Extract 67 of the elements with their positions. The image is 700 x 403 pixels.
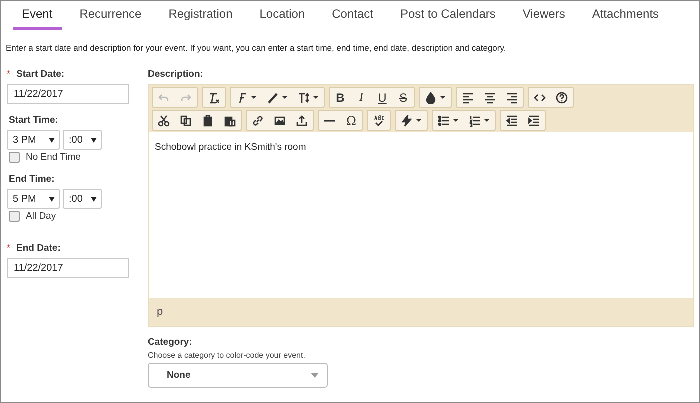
caret-icon bbox=[484, 119, 490, 122]
tab[interactable]: Contact bbox=[323, 5, 382, 30]
field-label: Category: bbox=[148, 337, 194, 348]
field-label: Start Time: bbox=[9, 115, 60, 126]
required-mark: * bbox=[7, 69, 11, 79]
help-icon bbox=[556, 92, 568, 104]
link-icon bbox=[252, 114, 264, 126]
indent-icon bbox=[528, 114, 540, 126]
tab[interactable]: Attachments bbox=[583, 5, 668, 30]
element-path: p bbox=[149, 298, 693, 326]
hint-text: Choose a category to color-code your event. bbox=[148, 351, 306, 360]
caret-icon bbox=[440, 96, 446, 99]
caret-icon bbox=[251, 96, 257, 99]
underline-button[interactable]: U bbox=[372, 88, 393, 107]
category-select[interactable]: None bbox=[148, 363, 328, 388]
caret-icon bbox=[453, 119, 459, 122]
field-label: Description: bbox=[148, 69, 204, 80]
bold-button[interactable]: B bbox=[330, 88, 351, 107]
tab[interactable]: Viewers bbox=[514, 5, 574, 30]
date-field[interactable]: 11/22/2017 bbox=[7, 84, 129, 104]
clear-format-icon bbox=[208, 92, 220, 104]
hour-select[interactable]: 5 PM bbox=[7, 189, 60, 209]
upload-icon bbox=[296, 114, 308, 126]
text-height-icon bbox=[298, 92, 310, 104]
field-label: Start Date: bbox=[16, 69, 65, 80]
flash-icon bbox=[401, 114, 413, 126]
required-mark: * bbox=[7, 243, 11, 253]
paste-text-icon bbox=[224, 114, 236, 126]
special-char-button[interactable]: Ω bbox=[341, 111, 362, 130]
minute-select[interactable]: :00 bbox=[63, 189, 102, 209]
tab[interactable]: Event bbox=[13, 5, 62, 30]
checkbox[interactable] bbox=[9, 152, 20, 163]
tab[interactable]: Location bbox=[250, 5, 314, 30]
color-icon bbox=[425, 92, 437, 104]
instructions-text: Enter a start date and description for your event. If you want, you can enter a start time, end time, end date, description and category. bbox=[6, 43, 508, 53]
minute-select[interactable]: :00 bbox=[63, 130, 102, 150]
italic-button[interactable]: I bbox=[351, 88, 372, 107]
strike-button[interactable]: S bbox=[393, 88, 414, 107]
tab[interactable]: Recurrence bbox=[70, 5, 151, 30]
caret-icon bbox=[282, 96, 288, 99]
checkbox[interactable] bbox=[9, 211, 20, 222]
cut-icon bbox=[158, 114, 170, 126]
pen-icon bbox=[267, 92, 279, 104]
date-field[interactable]: 11/22/2017 bbox=[7, 258, 129, 278]
bullet-list-icon bbox=[438, 114, 450, 126]
tab[interactable]: Post to Calendars bbox=[391, 5, 505, 30]
checkbox-label: All Day bbox=[26, 211, 56, 222]
outdent-icon bbox=[506, 114, 518, 126]
field-label: End Date: bbox=[16, 243, 61, 254]
image-icon bbox=[274, 114, 286, 126]
field-label: End Time: bbox=[9, 174, 56, 185]
spellcheck-icon bbox=[373, 114, 385, 126]
hour-select[interactable]: 3 PM bbox=[7, 130, 60, 150]
align-left-icon bbox=[462, 92, 474, 104]
paste-icon bbox=[202, 114, 214, 126]
number-list-icon bbox=[469, 114, 481, 126]
align-right-icon bbox=[506, 92, 518, 104]
checkbox-label: No End Time bbox=[26, 152, 81, 163]
undo-icon bbox=[158, 92, 170, 104]
align-center-icon bbox=[484, 92, 496, 104]
caret-icon bbox=[416, 119, 422, 122]
caret-icon bbox=[313, 96, 319, 99]
source-icon bbox=[534, 92, 546, 104]
description-text: Schobowl practice in KSmith's room bbox=[155, 142, 306, 153]
redo-icon bbox=[180, 92, 192, 104]
copy-icon bbox=[180, 114, 192, 126]
tab[interactable]: Registration bbox=[160, 5, 242, 30]
